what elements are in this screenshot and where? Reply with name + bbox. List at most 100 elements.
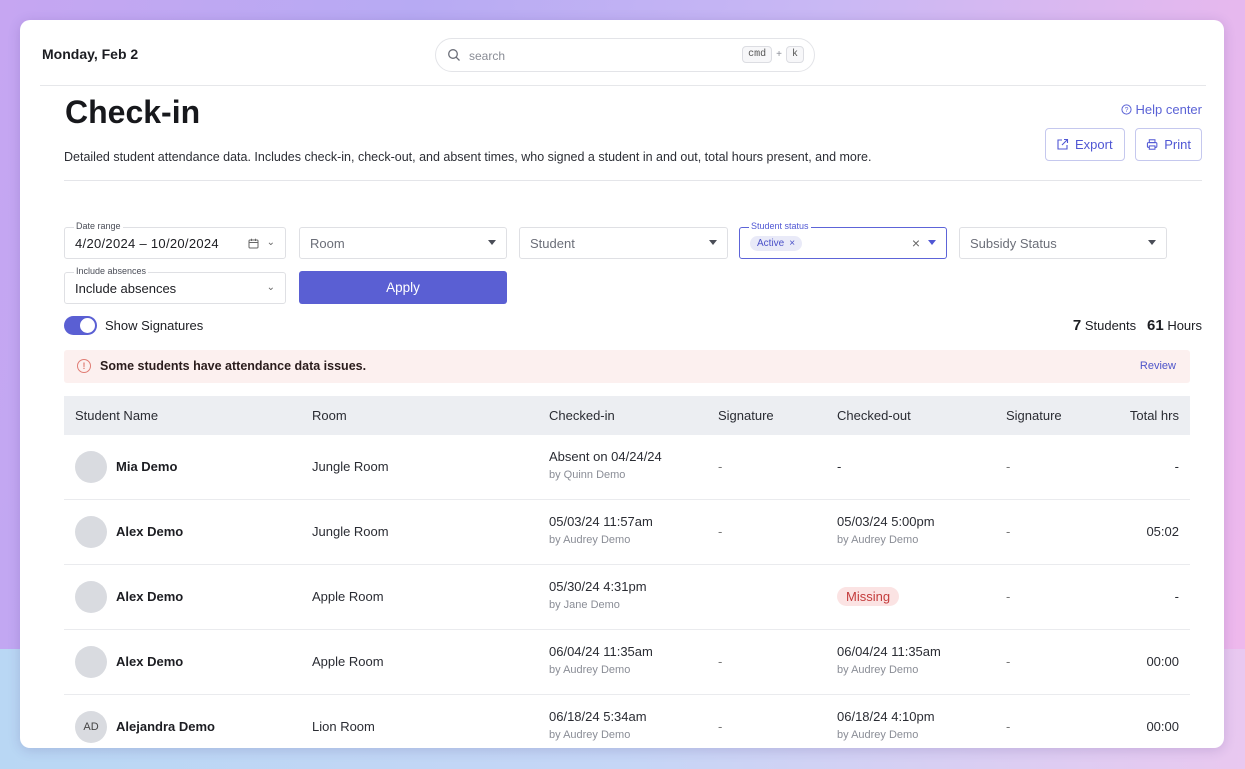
signature-out-cell: - <box>1006 589 1011 604</box>
avatar <box>75 646 107 678</box>
page-description: Detailed student attendance data. Includ… <box>64 150 872 164</box>
show-signatures-label: Show Signatures <box>105 318 204 333</box>
checked-out-cell: Missing <box>837 587 900 611</box>
table-row[interactable]: AD Alejandra Demo Lion Room 06/18/24 5:3… <box>64 695 1190 748</box>
checked-in-time: 05/30/24 4:31pm <box>549 579 647 594</box>
column-header-checked-out[interactable]: Checked-out <box>837 408 911 423</box>
room-cell: Apple Room <box>312 654 384 669</box>
student-name[interactable]: Alex Demo <box>116 589 183 604</box>
export-button[interactable]: Export <box>1045 128 1125 161</box>
help-center-link[interactable]: ? Help center <box>1120 102 1202 117</box>
caret-down-icon <box>709 240 717 245</box>
signature-in-cell: - <box>718 719 723 734</box>
table-row[interactable]: Alex Demo Apple Room 06/04/24 11:35am by… <box>64 630 1190 695</box>
status-chip-active[interactable]: Active × <box>750 236 803 251</box>
checked-out-cell: 05/03/24 5:00pm by Audrey Demo <box>837 514 935 546</box>
totals-summary: 7 Students 61 Hours <box>1073 317 1202 334</box>
student-name[interactable]: Mia Demo <box>116 459 177 474</box>
alert-message: Some students have attendance data issue… <box>100 359 367 373</box>
room-cell: Jungle Room <box>312 459 389 474</box>
subsidy-status-select[interactable]: Subsidy Status <box>959 227 1167 259</box>
shortcut-key-cmd: cmd <box>742 46 773 63</box>
checked-in-cell: 06/04/24 11:35am by Audrey Demo <box>549 644 653 676</box>
students-count: 7 <box>1072 317 1082 334</box>
help-icon: ? <box>1120 104 1132 115</box>
print-button[interactable]: Print <box>1135 128 1202 161</box>
room-cell: Jungle Room <box>312 524 389 539</box>
date-range-field[interactable]: Date range 4/20/2024 – 10/20/2024 ⌄ <box>64 221 286 259</box>
room-select[interactable]: Room <box>299 227 507 259</box>
checked-out-time: 05/03/24 5:00pm <box>837 514 935 529</box>
svg-text:?: ? <box>1124 107 1128 114</box>
missing-badge: Missing <box>837 587 900 606</box>
column-header-signature-in[interactable]: Signature <box>718 408 774 423</box>
chevron-down-icon: ⌄ <box>266 282 275 293</box>
attendance-alert: ! Some students have attendance data iss… <box>64 350 1190 383</box>
top-bar: Monday, Feb 2 search cmd + k <box>40 38 1206 86</box>
date-range-value: 4/20/2024 – 10/20/2024 <box>75 236 219 251</box>
chevron-down-icon: ⌄ <box>266 237 275 248</box>
checked-out-time: 06/04/24 11:35am <box>837 644 941 659</box>
column-header-checked-in[interactable]: Checked-in <box>549 408 615 423</box>
current-date: Monday, Feb 2 <box>42 46 139 62</box>
caret-down-icon <box>1148 240 1156 245</box>
student-name[interactable]: Alex Demo <box>116 654 183 669</box>
checked-out-by: by Audrey Demo <box>837 729 919 741</box>
student-status-label: Student status <box>749 221 811 231</box>
signature-out-cell: - <box>1006 654 1011 669</box>
student-name[interactable]: Alex Demo <box>116 524 183 539</box>
checked-in-by: by Quinn Demo <box>549 469 626 481</box>
shortcut-key-k: k <box>785 46 804 63</box>
search-placeholder: search <box>469 49 506 63</box>
students-label: Students <box>1084 318 1137 333</box>
column-header-total-hrs[interactable]: Total hrs <box>1130 408 1179 423</box>
checked-in-cell: 05/30/24 4:31pm by Jane Demo <box>549 579 647 611</box>
page-title: Check-in <box>65 94 201 130</box>
search-icon <box>448 49 460 61</box>
column-header-room[interactable]: Room <box>312 408 347 423</box>
table-row[interactable]: Mia Demo Jungle Room Absent on 04/24/24 … <box>64 435 1190 500</box>
signature-in-cell: - <box>718 524 723 539</box>
checked-out-time: 06/18/24 4:10pm <box>837 709 935 724</box>
room-cell: Lion Room <box>312 719 375 734</box>
print-label: Print <box>1164 137 1191 152</box>
include-absences-select[interactable]: Include absences Include absences ⌄ <box>64 266 286 304</box>
checked-in-by: by Audrey Demo <box>549 729 631 741</box>
checked-in-time: 05/03/24 11:57am <box>549 514 653 529</box>
total-hours-cell: 00:00 <box>1146 654 1179 669</box>
keyboard-shortcut: cmd + k <box>742 46 804 63</box>
review-link[interactable]: Review <box>1140 360 1176 372</box>
show-signatures-toggle-row: Show Signatures <box>64 316 203 335</box>
show-signatures-toggle[interactable] <box>64 316 97 335</box>
checked-in-time: Absent on 04/24/24 <box>549 449 662 464</box>
hours-count: 61 <box>1147 317 1164 334</box>
avatar <box>75 451 107 483</box>
column-header-student-name[interactable]: Student Name <box>75 408 158 423</box>
checked-in-cell: 06/18/24 5:34am by Audrey Demo <box>549 709 647 741</box>
include-absences-label: Include absences <box>74 266 149 276</box>
calendar-icon <box>248 238 259 249</box>
total-hours-cell: 00:00 <box>1146 719 1179 734</box>
signature-in-cell: - <box>718 459 723 474</box>
student-select[interactable]: Student <box>519 227 728 259</box>
search-bar[interactable]: search cmd + k <box>435 38 815 72</box>
table-row[interactable]: Alex Demo Jungle Room 05/03/24 11:57am b… <box>64 500 1190 565</box>
student-name[interactable]: Alejandra Demo <box>116 719 215 734</box>
room-placeholder: Room <box>310 236 345 251</box>
total-hours-cell: 05:02 <box>1146 524 1179 539</box>
attendance-table: Student Name Room Checked-in Signature C… <box>64 396 1190 748</box>
signature-out-cell: - <box>1006 459 1011 474</box>
printer-icon <box>1146 139 1158 150</box>
column-header-signature-out[interactable]: Signature <box>1006 408 1062 423</box>
table-row[interactable]: Alex Demo Apple Room 05/30/24 4:31pm by … <box>64 565 1190 630</box>
checked-in-by: by Jane Demo <box>549 599 620 611</box>
checked-out-cell: 06/04/24 11:35am by Audrey Demo <box>837 644 941 676</box>
student-status-select[interactable]: Student status Active × × <box>739 221 947 259</box>
chip-remove-icon[interactable]: × <box>789 238 795 249</box>
apply-button[interactable]: Apply <box>299 271 507 304</box>
date-range-label: Date range <box>74 221 123 231</box>
caret-down-icon <box>488 240 496 245</box>
subsidy-placeholder: Subsidy Status <box>970 236 1057 251</box>
header-divider <box>64 180 1202 181</box>
clear-icon[interactable]: × <box>912 235 920 251</box>
